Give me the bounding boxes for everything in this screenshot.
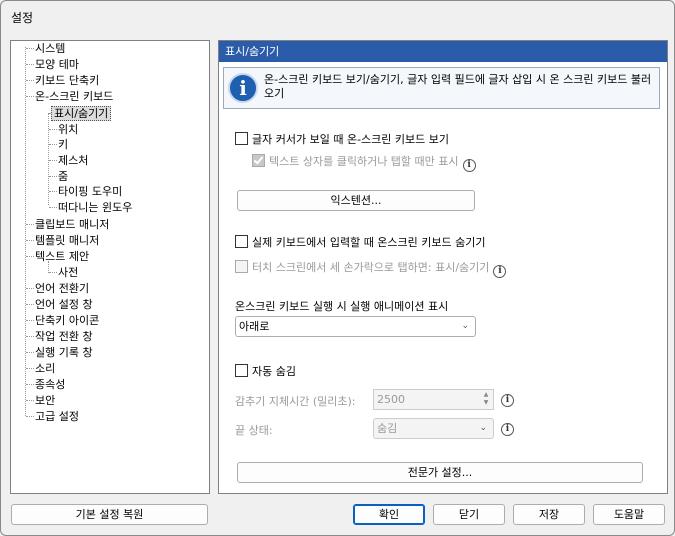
chevron-down-icon: ⌄ xyxy=(461,321,469,331)
textbox-click-row: 텍스트 상자를 클릭하거나 탭할 때만 표시 i xyxy=(252,154,476,172)
end-state-label: 끝 상태: xyxy=(235,424,273,437)
save-button[interactable]: 저장 xyxy=(513,504,585,525)
show-on-cursor-row[interactable]: 글자 커서가 보일 때 온-스크린 키보드 보기 xyxy=(235,132,449,148)
tree-item-shortcut-icon[interactable]: 단축키 아이콘 xyxy=(33,313,101,328)
tree-item-gestures[interactable]: 제스처 xyxy=(56,153,90,168)
tree-item-language-switcher[interactable]: 언어 전환기 xyxy=(33,281,91,296)
tree-item-position[interactable]: 위치 xyxy=(56,122,80,137)
tree-item-theme[interactable]: 모양 테마 xyxy=(33,57,81,72)
tree-item-shortcuts[interactable]: 키보드 단축키 xyxy=(33,73,101,88)
spin-down-icon: ▼ xyxy=(483,399,489,406)
settings-tree[interactable]: 시스템 모양 테마 키보드 단축키 온-스크린 키보드 표시/숨기기 위치 키 … xyxy=(10,40,210,494)
tree-item-typing-assistant[interactable]: 타이핑 도우미 xyxy=(56,184,124,199)
three-finger-label: 터치 스크린에서 세 손가락으로 탭하면: 표시/숨기기 xyxy=(252,261,490,274)
tree-item-zoom[interactable]: 줌 xyxy=(56,169,70,184)
tree-item-dependencies[interactable]: 종속성 xyxy=(33,377,67,392)
close-button[interactable]: 닫기 xyxy=(433,504,505,525)
show-on-cursor-checkbox[interactable] xyxy=(235,132,248,145)
hide-delay-label: 감추기 지체시간 (밀리초): xyxy=(235,395,356,408)
animation-select[interactable]: 아래로 ⌄ xyxy=(235,316,476,337)
info-text: 온-스크린 키보드 보기/숨기기, 글자 입력 필드에 글자 삽입 시 온 스크… xyxy=(264,73,652,100)
help-icon[interactable]: i xyxy=(493,265,507,278)
auto-hide-label: 자동 숨김 xyxy=(252,365,296,378)
help-button[interactable]: 도움말 xyxy=(593,504,665,525)
tree-item-language-settings[interactable]: 언어 설정 창 xyxy=(33,297,95,312)
tree-item-system[interactable]: 시스템 xyxy=(33,41,67,56)
settings-window: 설정 시스템 모양 테마 키보드 단축키 온-스크린 키보드 표시/숨기기 위치… xyxy=(0,0,675,536)
three-finger-row: 터치 스크린에서 세 손가락으로 탭하면: 표시/숨기기 i xyxy=(235,260,507,278)
help-icon[interactable]: i xyxy=(462,159,476,172)
tree-item-floating-window[interactable]: 떠다니는 윈도우 xyxy=(56,200,134,215)
tree-item-clipboard-manager[interactable]: 클립보드 매니저 xyxy=(33,217,111,232)
tree-item-security[interactable]: 보안 xyxy=(33,393,57,408)
textbox-click-label: 텍스트 상자를 클릭하거나 탭할 때만 표시 xyxy=(269,155,459,168)
tree-item-onscreen-keyboard[interactable]: 온-스크린 키보드 xyxy=(33,89,115,104)
tree-item-dictionary[interactable]: 사전 xyxy=(56,265,80,280)
help-icon[interactable]: i xyxy=(501,423,514,436)
hide-on-physical-row[interactable]: 실제 키보드에서 입력할 때 온스크린 키보드 숨기기 xyxy=(235,235,486,251)
auto-hide-row[interactable]: 자동 숨김 xyxy=(235,364,296,380)
settings-panel: 표시/숨기기 i 온-스크린 키보드 보기/숨기기, 글자 입력 필드에 글자 … xyxy=(218,40,668,494)
end-state-value: 숨김 xyxy=(377,422,398,435)
help-icon[interactable]: i xyxy=(501,394,514,407)
tree-item-keys[interactable]: 키 xyxy=(56,137,70,152)
tree-item-show-hide[interactable]: 표시/숨기기 xyxy=(51,106,112,121)
chevron-down-icon: ⌄ xyxy=(479,423,487,433)
textbox-click-checkbox xyxy=(252,154,265,167)
hide-on-physical-label: 실제 키보드에서 입력할 때 온스크린 키보드 숨기기 xyxy=(252,236,486,249)
tree-item-task-switcher[interactable]: 작업 전환 창 xyxy=(33,329,95,344)
end-state-select: 숨김 ⌄ xyxy=(373,418,494,439)
tree-item-advanced[interactable]: 고급 설정 xyxy=(33,409,81,424)
three-finger-checkbox xyxy=(235,260,248,273)
info-icon: i xyxy=(228,73,258,103)
tree-item-sound[interactable]: 소리 xyxy=(33,361,57,376)
hide-delay-value: 2500 xyxy=(377,393,405,406)
extensions-button[interactable]: 익스텐션... xyxy=(237,190,475,211)
tree-item-template-manager[interactable]: 템플릿 매니저 xyxy=(33,233,101,248)
animation-value: 아래로 xyxy=(239,320,270,333)
show-on-cursor-label: 글자 커서가 보일 때 온-스크린 키보드 보기 xyxy=(252,133,449,146)
tree-item-run-history[interactable]: 실행 기록 창 xyxy=(33,345,95,360)
expert-settings-button[interactable]: 전문가 설정... xyxy=(237,462,643,483)
info-box: i 온-스크린 키보드 보기/숨기기, 글자 입력 필드에 글자 삽입 시 온 … xyxy=(223,67,660,109)
spin-up-icon: ▲ xyxy=(483,391,489,398)
animation-label: 온스크린 키보드 실행 시 실행 애니메이션 표시 xyxy=(235,300,449,313)
hide-delay-spinner: 2500 ▲ ▼ xyxy=(373,389,494,410)
window-title: 설정 xyxy=(11,11,34,25)
auto-hide-checkbox[interactable] xyxy=(235,364,248,377)
panel-title: 표시/숨기기 xyxy=(219,41,667,62)
ok-button[interactable]: 확인 xyxy=(353,504,425,525)
tree-item-text-suggestion[interactable]: 텍스트 제안 xyxy=(33,249,91,264)
restore-defaults-button[interactable]: 기본 설정 복원 xyxy=(11,504,208,525)
hide-on-physical-checkbox[interactable] xyxy=(235,235,248,248)
